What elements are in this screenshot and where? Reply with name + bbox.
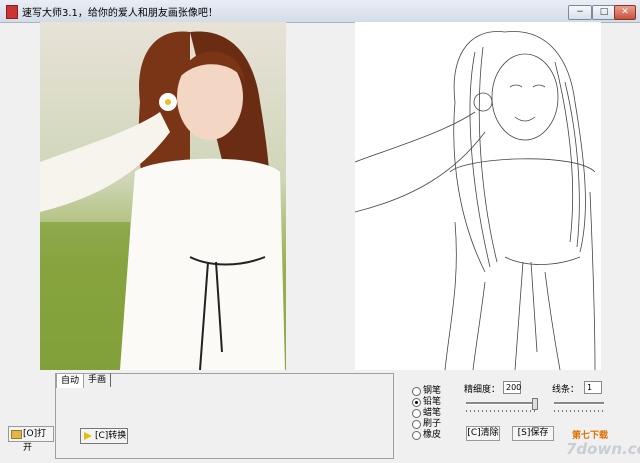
- radio-eraser[interactable]: [412, 431, 421, 440]
- mode-tabs: 自动 手画 [C]转换: [55, 373, 394, 459]
- radio-pencil[interactable]: [412, 398, 421, 407]
- fineness-slider[interactable]: [466, 398, 538, 412]
- watermark-logo: 第七下载 7down.com: [560, 422, 640, 458]
- lines-slider[interactable]: [554, 398, 604, 412]
- fineness-slider-thumb[interactable]: [532, 398, 538, 410]
- watermark-site: 7down.com: [566, 440, 640, 458]
- open-button[interactable]: [O]打开: [8, 426, 54, 453]
- folder-icon: [11, 430, 22, 439]
- title-bar: 速写大师3.1，给你的爱人和朋友画张像吧！ − □ ✕: [0, 0, 640, 23]
- play-icon: [84, 432, 92, 440]
- close-button[interactable]: ✕: [614, 5, 636, 20]
- sketch-output: [355, 22, 601, 370]
- lines-input[interactable]: 1: [584, 381, 602, 394]
- radio-pen[interactable]: [412, 387, 421, 396]
- clear-button[interactable]: [C]清除: [466, 426, 500, 441]
- radio-crayon[interactable]: [412, 409, 421, 418]
- minimize-button[interactable]: −: [568, 5, 592, 20]
- maximize-button[interactable]: □: [592, 5, 616, 20]
- control-panel: [O]打开 自动 手画 [C]转换 钢笔 铅笔 蜡笔 刷子 橡皮 精细度： 20…: [0, 370, 640, 463]
- radio-brush[interactable]: [412, 420, 421, 429]
- convert-button-label: [C]转换: [95, 431, 127, 441]
- open-button-label: [O]打开: [23, 429, 47, 453]
- tab-manual[interactable]: 手画: [84, 373, 112, 387]
- window-title: 速写大师3.1，给你的爱人和朋友画张像吧！: [22, 8, 218, 19]
- tab-auto[interactable]: 自动: [56, 373, 85, 388]
- app-icon: [6, 5, 18, 19]
- convert-button[interactable]: [C]转换: [80, 428, 128, 444]
- source-photo: [40, 22, 286, 370]
- lines-label: 线条：: [552, 385, 580, 395]
- save-button[interactable]: [S]保存: [512, 426, 554, 441]
- fineness-label: 精细度：: [464, 385, 501, 395]
- fineness-input[interactable]: 200: [503, 381, 521, 394]
